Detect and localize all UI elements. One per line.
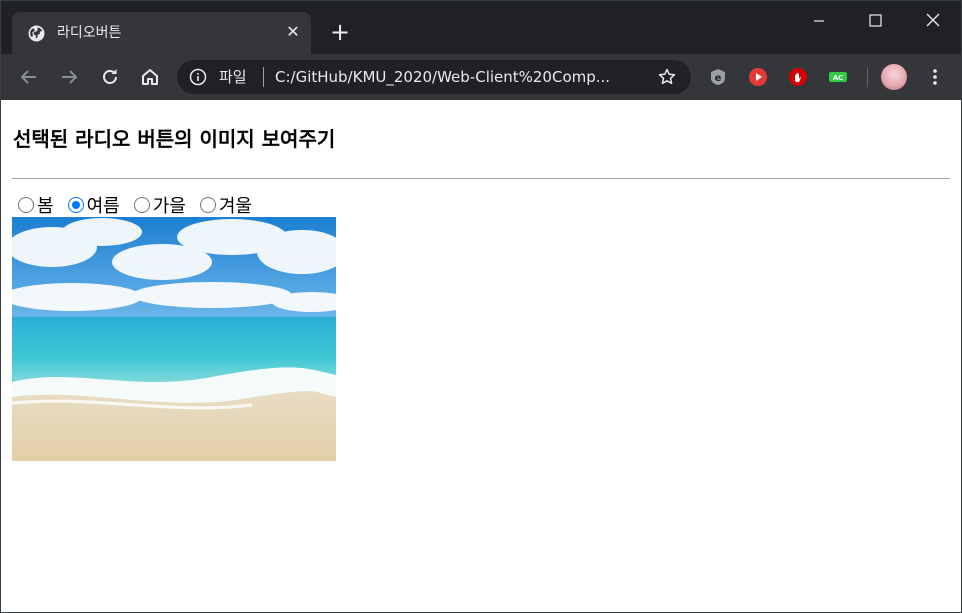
address-url[interactable]: C:/GitHub/KMU_2020/Web-Client%20Comp...	[275, 66, 610, 88]
address-scheme-label: 파일	[219, 68, 247, 86]
radio-label: 봄	[37, 196, 54, 217]
season-radio-group: 봄 여름 가을 겨울	[12, 193, 260, 217]
horizontal-rule	[12, 178, 950, 179]
tab-close-button[interactable]: ✕	[284, 23, 302, 41]
address-bar[interactable]: 파일 C:/GitHub/KMU_2020/Web-Client%20Comp.…	[177, 60, 691, 94]
page-heading: 선택된 라디오 버튼의 이미지 보여주기	[13, 127, 336, 151]
browser-window: 라디오버튼 ✕ + 파일 C:/GitHub/KMU_2020/Web-Clie…	[0, 0, 962, 613]
tab-title: 라디오버튼	[57, 25, 122, 41]
toolbar-divider	[867, 67, 868, 87]
svg-text:e: e	[715, 73, 722, 84]
summer-beach-image	[12, 217, 336, 461]
back-arrow-icon[interactable]	[17, 65, 41, 89]
radio-button[interactable]	[67, 197, 84, 213]
avatar[interactable]	[881, 64, 907, 90]
page-content: 선택된 라디오 버튼의 이미지 보여주기 봄 여름 가을 겨울	[1, 100, 961, 612]
radio-label: 여름	[86, 196, 120, 217]
info-icon[interactable]	[189, 68, 207, 86]
radio-button[interactable]	[18, 197, 34, 213]
extension-e-icon[interactable]: e	[708, 67, 728, 87]
tab-strip: 라디오버튼 ✕ +	[1, 1, 961, 54]
radio-button[interactable]	[199, 197, 216, 213]
maximize-icon[interactable]	[863, 9, 887, 33]
radio-label: 가을	[152, 196, 186, 217]
radio-option-winter[interactable]: 겨울	[194, 192, 252, 218]
star-icon[interactable]	[657, 67, 677, 87]
radio-label: 겨울	[218, 196, 252, 217]
svg-text:AC: AC	[833, 74, 844, 82]
active-tab[interactable]: 라디오버튼 ✕	[12, 12, 311, 54]
hand-stop-icon[interactable]	[788, 67, 808, 87]
ac-extension-icon[interactable]: AC	[828, 67, 848, 87]
youtube-extension-icon[interactable]	[748, 67, 768, 87]
forward-arrow-icon[interactable]	[57, 65, 81, 89]
globe-icon	[28, 25, 45, 42]
home-icon[interactable]	[138, 65, 162, 89]
new-tab-button[interactable]: +	[328, 20, 352, 45]
close-window-icon[interactable]	[921, 9, 945, 33]
reload-icon[interactable]	[98, 65, 122, 89]
radio-option-summer[interactable]: 여름	[62, 192, 120, 218]
radio-option-autumn[interactable]: 가을	[128, 192, 186, 218]
radio-option-spring[interactable]: 봄	[12, 192, 54, 218]
browser-toolbar: 파일 C:/GitHub/KMU_2020/Web-Client%20Comp.…	[1, 54, 961, 100]
minimize-icon[interactable]	[807, 9, 831, 33]
more-menu-icon[interactable]	[925, 67, 945, 87]
radio-button[interactable]	[133, 197, 150, 213]
address-divider	[263, 67, 264, 87]
